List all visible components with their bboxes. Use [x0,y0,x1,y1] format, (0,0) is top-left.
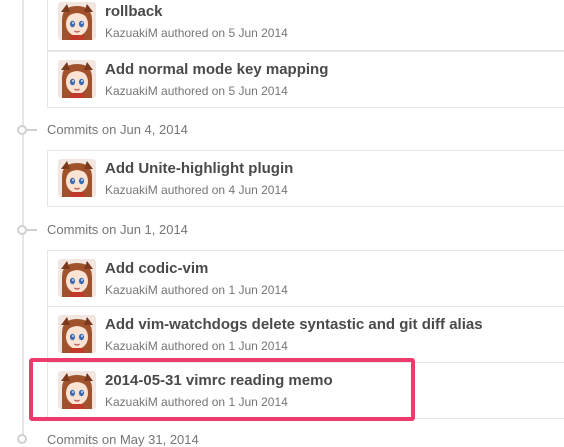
commit-title[interactable]: Add vim-watchdogs delete syntastic and g… [105,316,483,333]
timeline-dot-icon [17,225,27,235]
commit-author[interactable]: KazuakiM [105,84,158,98]
user-avatar-icon[interactable] [58,315,96,353]
commit-group-date: Commits on Jun 1, 2014 [47,222,188,237]
user-avatar-icon[interactable] [58,159,96,197]
commit-verb: authored on [161,283,226,297]
commit-title[interactable]: Add Unite-highlight plugin [105,160,293,177]
commit-row[interactable]: Add vim-watchdogs delete syntastic and g… [47,306,564,363]
commit-author[interactable]: KazuakiM [105,26,158,40]
commit-meta: KazuakiM authored on 5 Jun 2014 [105,26,288,40]
timeline-line [22,0,24,440]
commit-row[interactable]: Add Unite-highlight plugin KazuakiM auth… [47,150,564,207]
commit-date: 1 Jun 2014 [228,339,288,353]
commit-verb: authored on [161,84,226,98]
commit-title[interactable]: rollback [105,3,163,20]
commit-author[interactable]: KazuakiM [105,395,158,409]
user-avatar-icon[interactable] [58,60,96,98]
commit-date: 4 Jun 2014 [228,183,288,197]
commit-title[interactable]: Add normal mode key mapping [105,61,328,78]
commit-title[interactable]: Add codic-vim [105,260,208,277]
commit-meta: KazuakiM authored on 1 Jun 2014 [105,283,288,297]
commit-author[interactable]: KazuakiM [105,283,158,297]
user-avatar-icon[interactable] [58,259,96,297]
commit-meta: KazuakiM authored on 4 Jun 2014 [105,183,288,197]
commit-date: 1 Jun 2014 [228,395,288,409]
user-avatar-icon[interactable] [58,371,96,409]
timeline-dot-icon [17,434,27,444]
commit-title[interactable]: 2014-05-31 vimrc reading memo [105,372,333,389]
user-avatar-icon[interactable] [58,2,96,40]
timeline-dot-icon [17,125,27,135]
commit-meta: KazuakiM authored on 1 Jun 2014 [105,339,288,353]
commit-group-date: Commits on Jun 4, 2014 [47,122,188,137]
commit-row[interactable]: Add codic-vim KazuakiM authored on 1 Jun… [47,250,564,307]
commit-verb: authored on [161,183,226,197]
commit-verb: authored on [161,339,226,353]
commit-row[interactable]: Add normal mode key mapping KazuakiM aut… [47,51,564,108]
commit-date: 5 Jun 2014 [228,26,288,40]
commit-date: 1 Jun 2014 [228,283,288,297]
commit-meta: KazuakiM authored on 5 Jun 2014 [105,84,288,98]
commit-date: 5 Jun 2014 [228,84,288,98]
commit-row[interactable]: rollback KazuakiM authored on 5 Jun 2014 [47,0,564,51]
commit-author[interactable]: KazuakiM [105,339,158,353]
commit-verb: authored on [161,26,226,40]
commit-author[interactable]: KazuakiM [105,183,158,197]
commit-row[interactable]: 2014-05-31 vimrc reading memo KazuakiM a… [47,362,564,419]
commit-meta: KazuakiM authored on 1 Jun 2014 [105,395,288,409]
commit-verb: authored on [161,395,226,409]
timeline-dot-tail [27,129,37,131]
timeline-dot-tail [27,229,37,231]
